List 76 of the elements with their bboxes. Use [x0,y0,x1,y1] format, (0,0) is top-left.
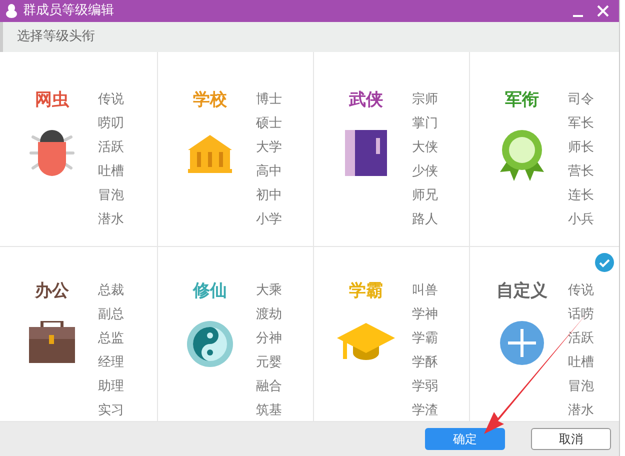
level-name: 助理 [98,378,124,396]
title-category-card[interactable]: 网虫 传说 唠叨 活跃 吐槽 冒泡 潜水 [0,52,158,247]
level-name: 学酥 [412,354,438,372]
level-name: 宗师 [412,91,438,109]
confirm-button[interactable]: 确定 [425,428,505,450]
level-name: 营长 [568,163,594,181]
level-name: 叫兽 [412,282,438,300]
title-category-card[interactable]: 军衔 司令 军长 师长 营长 连长 小兵 [470,52,619,247]
title-category-card[interactable]: 修仙 大乘 渡劫 分神 元婴 融合 筑基 [158,247,314,422]
level-name: 活跃 [98,139,124,157]
check-icon [595,253,614,272]
level-name: 博士 [256,91,282,109]
level-name: 渡劫 [256,306,282,324]
yin-yang-icon [187,320,233,366]
bug-icon [29,130,75,176]
level-name: 军长 [568,115,594,133]
category-title: 自定义 [496,280,548,303]
level-name: 冒泡 [568,378,594,396]
level-name: 潜水 [568,402,594,420]
level-name: 吐槽 [568,354,594,372]
minimize-icon [573,14,583,17]
level-name: 分神 [256,330,282,348]
level-name: 吐槽 [98,163,124,181]
level-name: 小兵 [568,211,594,229]
level-name: 唠叨 [98,115,124,133]
level-name: 融合 [256,378,282,396]
level-name: 传说 [568,282,594,300]
close-icon [597,5,609,18]
category-title: 修仙 [193,280,227,303]
level-name: 师长 [568,139,594,157]
medal-icon [498,130,546,182]
level-name: 潜水 [98,211,124,229]
level-name: 少侠 [412,163,438,181]
level-name: 学神 [412,306,438,324]
cancel-button[interactable]: 取消 [531,428,611,450]
level-name: 筑基 [256,402,282,420]
level-name: 元婴 [256,354,282,372]
level-name: 师兄 [412,187,438,205]
book-icon [345,130,387,176]
level-name: 硕士 [256,115,282,133]
level-name: 掌门 [412,115,438,133]
level-name: 冒泡 [98,187,124,205]
title-category-card[interactable]: 学校 博士 硕士 大学 高中 初中 小学 [158,52,314,247]
category-title: 学霸 [349,280,383,303]
window-title: 群成员等级编辑 [23,2,114,20]
level-name: 连长 [568,187,594,205]
level-name: 学渣 [412,402,438,420]
category-title: 学校 [193,89,227,112]
level-name: 实习 [98,402,124,420]
category-title: 办公 [35,280,69,303]
level-name: 副总 [98,306,124,324]
level-name: 大学 [256,139,282,157]
level-name: 学霸 [412,330,438,348]
level-name: 话唠 [568,306,594,324]
level-name: 司令 [568,91,594,109]
level-name: 高中 [256,163,282,181]
level-name: 大侠 [412,139,438,157]
level-name: 大乘 [256,282,282,300]
level-name: 总裁 [98,282,124,300]
category-title: 网虫 [35,89,69,112]
add-icon [500,320,544,364]
level-name: 路人 [412,211,438,229]
level-name: 传说 [98,91,124,109]
title-category-card[interactable]: 武侠 宗师 掌门 大侠 少侠 师兄 路人 [314,52,470,247]
category-title: 武侠 [349,89,383,112]
category-title: 军衔 [505,89,539,112]
briefcase-icon [29,320,75,362]
penguin-icon [6,4,17,18]
level-name: 总监 [98,330,124,348]
title-category-card[interactable]: 办公 总裁 副总 总监 经理 助理 实习 [0,247,158,422]
level-name: 初中 [256,187,282,205]
section-header: 选择等级头衔 [0,22,619,52]
level-name: 经理 [98,354,124,372]
level-name: 活跃 [568,330,594,348]
level-name: 小学 [256,211,282,229]
level-name: 学弱 [412,378,438,396]
